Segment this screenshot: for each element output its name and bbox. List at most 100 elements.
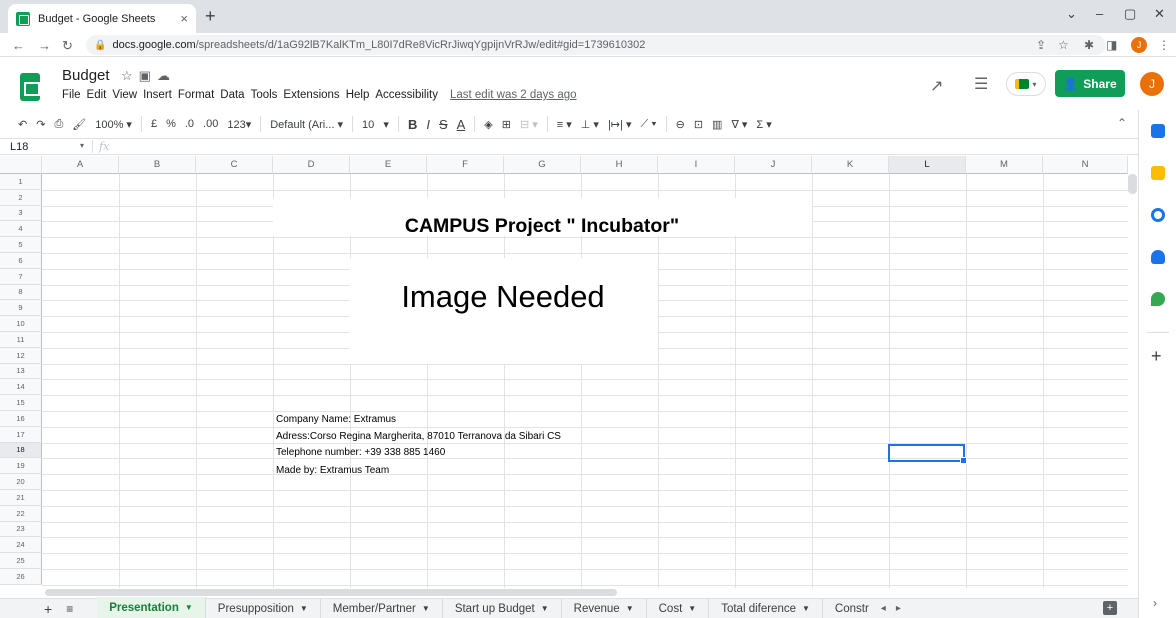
browser-tab[interactable]: Budget - Google Sheets × [8, 4, 196, 33]
column-header[interactable]: N [1043, 156, 1128, 174]
vertical-scrollbar[interactable] [1128, 174, 1137, 194]
font-size-select[interactable]: 10 ▾ [362, 118, 389, 131]
row-header[interactable]: 21 [0, 490, 42, 506]
comments-icon[interactable]: ☰ [974, 74, 988, 94]
row-header[interactable]: 7 [0, 268, 42, 285]
row-header[interactable]: 3 [0, 205, 42, 222]
star-icon[interactable]: ☆ [121, 68, 139, 83]
insert-link-icon[interactable]: ⊖ [676, 118, 685, 131]
text-wrap-icon[interactable]: |↦| ▾ [608, 118, 632, 131]
window-close-icon[interactable]: ✕ [1154, 6, 1165, 22]
row-header[interactable]: 1 [0, 174, 42, 190]
text-rotation-icon[interactable]: ⟋ ▾ [640, 118, 656, 131]
company-name-cell[interactable]: Company Name: Extramus [276, 414, 396, 425]
menu-view[interactable]: View [112, 89, 137, 101]
zoom-select[interactable]: 100% ▾ [95, 118, 132, 131]
calendar-icon[interactable] [1151, 124, 1165, 138]
side-panel-icon[interactable]: ◨ [1106, 38, 1117, 52]
paint-format-icon[interactable]: 🖌 [72, 118, 86, 131]
column-header[interactable]: B [119, 156, 196, 174]
maps-icon[interactable] [1151, 292, 1165, 306]
tasks-icon[interactable] [1151, 208, 1165, 222]
vertical-align-icon[interactable]: ⊥ ▾ [581, 118, 599, 131]
selected-cell-L18[interactable] [888, 444, 967, 464]
row-header[interactable]: 4 [0, 221, 42, 238]
tab-search-icon[interactable]: ⌄ [1066, 6, 1077, 22]
menu-data[interactable]: Data [220, 89, 244, 101]
close-tab-icon[interactable]: × [180, 11, 188, 26]
menu-tools[interactable]: Tools [251, 89, 278, 101]
borders-icon[interactable]: ⊞ [502, 118, 511, 131]
column-header[interactable]: C [196, 156, 273, 174]
functions-icon[interactable]: Σ ▾ [756, 118, 771, 131]
fill-color-icon[interactable]: ◈ [484, 118, 492, 131]
made-by-cell[interactable]: Made by: Extramus Team [276, 465, 389, 476]
insert-comment-icon[interactable]: ⊡ [694, 118, 703, 131]
menu-format[interactable]: Format [178, 89, 214, 101]
redo-icon[interactable]: ↷ [36, 118, 45, 131]
decrease-decimal-button[interactable]: .0 [185, 118, 194, 130]
add-sheet-icon[interactable]: + [44, 601, 52, 617]
menu-accessibility[interactable]: Accessibility [375, 89, 438, 101]
sheet-tab-presentation[interactable]: Presentation ▼ [97, 596, 206, 618]
sheet-tab-revenue[interactable]: Revenue ▼ [562, 598, 647, 618]
last-edit-link[interactable]: Last edit was 2 days ago [450, 89, 577, 101]
explore-icon[interactable]: + [1103, 601, 1117, 615]
insert-chart-icon[interactable]: ▥ [712, 118, 722, 131]
name-box-dropdown-icon[interactable]: ▾ [80, 141, 84, 153]
row-header[interactable]: 17 [0, 426, 42, 443]
print-icon[interactable]: ⎙ [54, 118, 63, 131]
account-avatar[interactable]: J [1140, 72, 1164, 96]
menu-edit[interactable]: Edit [87, 89, 107, 101]
row-header[interactable]: 9 [0, 300, 42, 317]
collapse-menus-icon[interactable]: ⌃ [1117, 116, 1127, 130]
row-header[interactable]: 14 [0, 379, 42, 396]
address-cell[interactable]: Adress:Corso Regina Margherita, 87010 Te… [276, 431, 561, 442]
percent-format-button[interactable]: % [166, 118, 176, 130]
filter-icon[interactable]: ∇ ▾ [731, 118, 747, 131]
row-header[interactable]: 15 [0, 395, 42, 411]
strikethrough-icon[interactable]: S [439, 117, 448, 132]
document-title[interactable]: Budget [62, 67, 110, 84]
select-all-corner[interactable] [0, 156, 42, 174]
undo-icon[interactable]: ↶ [18, 118, 27, 131]
italic-icon[interactable]: I [426, 117, 430, 132]
row-header[interactable]: 22 [0, 505, 42, 522]
merge-cells-icon[interactable]: ⊟ ▾ [520, 118, 538, 131]
cloud-status-icon[interactable]: ☁ [157, 68, 176, 83]
row-header[interactable]: 19 [0, 458, 42, 475]
row-header[interactable]: 12 [0, 347, 42, 364]
column-header-selected[interactable]: L [889, 156, 966, 174]
bold-icon[interactable]: B [408, 117, 417, 132]
column-header[interactable]: K [812, 156, 889, 174]
new-tab-button[interactable]: + [205, 6, 216, 27]
sheet-tab-presupposition[interactable]: Presupposition ▼ [206, 598, 321, 618]
sheets-logo-icon[interactable] [20, 73, 40, 101]
back-icon[interactable]: ← [12, 38, 25, 53]
sheet-tab-start-up-budget[interactable]: Start up Budget ▼ [443, 598, 562, 618]
row-header[interactable]: 8 [0, 284, 42, 301]
column-header[interactable]: I [658, 156, 735, 174]
menu-help[interactable]: Help [346, 89, 370, 101]
increase-decimal-button[interactable]: .00 [203, 118, 218, 130]
column-header[interactable]: H [581, 156, 658, 174]
font-select[interactable]: Default (Ari... ▾ [270, 118, 343, 131]
browser-profile-avatar[interactable]: J [1131, 37, 1147, 53]
extensions-icon[interactable]: ✱ [1084, 38, 1094, 52]
menu-insert[interactable]: Insert [143, 89, 172, 101]
contacts-icon[interactable] [1151, 250, 1165, 264]
row-header[interactable]: 25 [0, 553, 42, 569]
row-header-selected[interactable]: 18 [0, 442, 42, 459]
row-header[interactable]: 5 [0, 237, 42, 253]
reload-icon[interactable]: ↻ [62, 38, 73, 54]
sheet-tab-constr[interactable]: Constr [823, 599, 873, 618]
row-header[interactable]: 26 [0, 569, 42, 585]
column-header[interactable]: F [427, 156, 504, 174]
column-header[interactable]: M [966, 156, 1043, 174]
column-header[interactable]: J [735, 156, 812, 174]
row-header[interactable]: 24 [0, 537, 42, 554]
row-header[interactable]: 23 [0, 521, 42, 538]
browser-menu-icon[interactable]: ⋮ [1158, 38, 1170, 52]
minimize-icon[interactable]: – [1096, 6, 1103, 21]
share-page-icon[interactable]: ⇪ [1036, 38, 1046, 52]
